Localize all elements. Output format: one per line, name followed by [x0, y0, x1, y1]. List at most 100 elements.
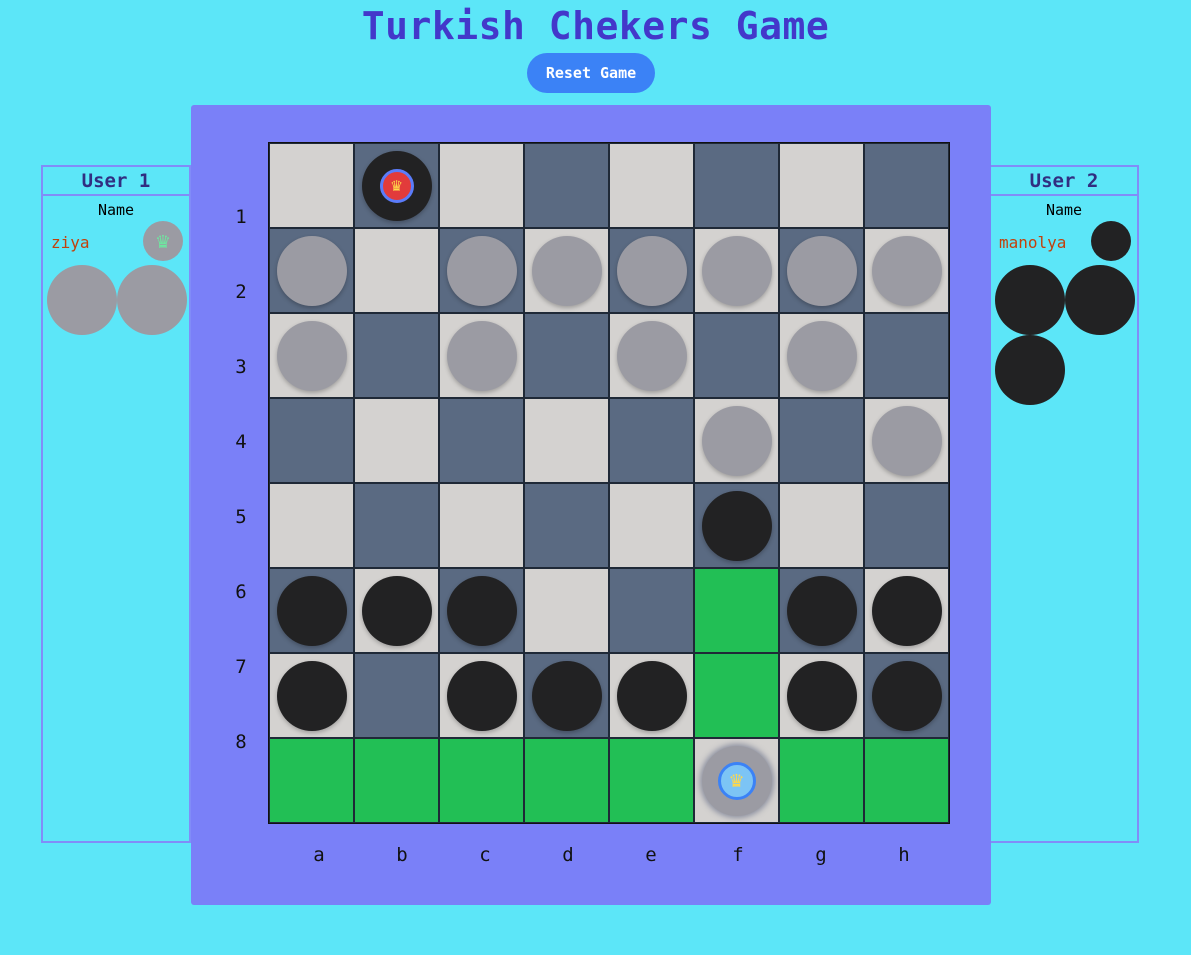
- square-h3[interactable]: [864, 313, 949, 398]
- square-d8[interactable]: [524, 738, 609, 823]
- white-piece[interactable]: [276, 320, 347, 391]
- black-king-piece[interactable]: ♛: [361, 150, 432, 221]
- square-g3[interactable]: [779, 313, 864, 398]
- white-piece[interactable]: [786, 235, 857, 306]
- square-h6[interactable]: [864, 568, 949, 653]
- square-e4[interactable]: [609, 398, 694, 483]
- square-f2[interactable]: [694, 228, 779, 313]
- white-piece[interactable]: [871, 405, 942, 476]
- square-f8[interactable]: ♛: [694, 738, 779, 823]
- black-piece[interactable]: [276, 660, 347, 731]
- square-e7[interactable]: [609, 653, 694, 738]
- square-g8[interactable]: [779, 738, 864, 823]
- square-a4[interactable]: [269, 398, 354, 483]
- user1-heading: User 1: [43, 167, 189, 196]
- square-c4[interactable]: [439, 398, 524, 483]
- white-piece[interactable]: [446, 320, 517, 391]
- square-a5[interactable]: [269, 483, 354, 568]
- square-b1[interactable]: ♛: [354, 143, 439, 228]
- white-piece[interactable]: [786, 320, 857, 391]
- square-c2[interactable]: [439, 228, 524, 313]
- black-piece[interactable]: [361, 575, 432, 646]
- white-king-piece[interactable]: ♛: [701, 745, 772, 816]
- black-piece[interactable]: [786, 660, 857, 731]
- crown-icon: ♛: [156, 228, 170, 254]
- square-g7[interactable]: [779, 653, 864, 738]
- square-b4[interactable]: [354, 398, 439, 483]
- square-g5[interactable]: [779, 483, 864, 568]
- square-a3[interactable]: [269, 313, 354, 398]
- square-c7[interactable]: [439, 653, 524, 738]
- square-b5[interactable]: [354, 483, 439, 568]
- black-piece[interactable]: [871, 660, 942, 731]
- square-b6[interactable]: [354, 568, 439, 653]
- black-piece[interactable]: [276, 575, 347, 646]
- square-e2[interactable]: [609, 228, 694, 313]
- black-piece[interactable]: [531, 660, 602, 731]
- black-piece[interactable]: [616, 660, 687, 731]
- user1-turn-indicator: ♛: [143, 221, 183, 261]
- crown-icon: ♛: [717, 761, 756, 800]
- square-h4[interactable]: [864, 398, 949, 483]
- square-d6[interactable]: [524, 568, 609, 653]
- white-piece[interactable]: [531, 235, 602, 306]
- square-d4[interactable]: [524, 398, 609, 483]
- square-g4[interactable]: [779, 398, 864, 483]
- square-f5[interactable]: [694, 483, 779, 568]
- black-piece[interactable]: [701, 490, 772, 561]
- file-label: a: [313, 844, 325, 866]
- square-c5[interactable]: [439, 483, 524, 568]
- square-a1[interactable]: [269, 143, 354, 228]
- square-b7[interactable]: [354, 653, 439, 738]
- black-piece[interactable]: [446, 660, 517, 731]
- white-piece[interactable]: [616, 235, 687, 306]
- black-piece[interactable]: [786, 575, 857, 646]
- square-e6[interactable]: [609, 568, 694, 653]
- square-h7[interactable]: [864, 653, 949, 738]
- square-b8[interactable]: [354, 738, 439, 823]
- white-piece[interactable]: [276, 235, 347, 306]
- square-e8[interactable]: [609, 738, 694, 823]
- square-b2[interactable]: [354, 228, 439, 313]
- square-c3[interactable]: [439, 313, 524, 398]
- captured-piece: [117, 265, 187, 335]
- captured-piece: [995, 335, 1065, 405]
- square-h5[interactable]: [864, 483, 949, 568]
- square-d1[interactable]: [524, 143, 609, 228]
- square-a6[interactable]: [269, 568, 354, 653]
- square-f3[interactable]: [694, 313, 779, 398]
- white-piece[interactable]: [701, 235, 772, 306]
- square-a8[interactable]: [269, 738, 354, 823]
- square-g1[interactable]: [779, 143, 864, 228]
- square-f1[interactable]: [694, 143, 779, 228]
- square-g2[interactable]: [779, 228, 864, 313]
- square-f4[interactable]: [694, 398, 779, 483]
- square-f6[interactable]: [694, 568, 779, 653]
- black-piece[interactable]: [871, 575, 942, 646]
- square-a2[interactable]: [269, 228, 354, 313]
- square-c1[interactable]: [439, 143, 524, 228]
- square-c6[interactable]: [439, 568, 524, 653]
- square-b3[interactable]: [354, 313, 439, 398]
- square-h2[interactable]: [864, 228, 949, 313]
- white-piece[interactable]: [871, 235, 942, 306]
- user2-name: manolya: [999, 233, 1067, 252]
- square-c8[interactable]: [439, 738, 524, 823]
- square-f7[interactable]: [694, 653, 779, 738]
- square-e3[interactable]: [609, 313, 694, 398]
- black-piece[interactable]: [446, 575, 517, 646]
- square-e1[interactable]: [609, 143, 694, 228]
- square-h8[interactable]: [864, 738, 949, 823]
- reset-game-button[interactable]: Reset Game: [527, 53, 655, 93]
- square-d5[interactable]: [524, 483, 609, 568]
- square-g6[interactable]: [779, 568, 864, 653]
- white-piece[interactable]: [701, 405, 772, 476]
- square-d2[interactable]: [524, 228, 609, 313]
- white-piece[interactable]: [616, 320, 687, 391]
- square-a7[interactable]: [269, 653, 354, 738]
- square-d3[interactable]: [524, 313, 609, 398]
- white-piece[interactable]: [446, 235, 517, 306]
- square-d7[interactable]: [524, 653, 609, 738]
- square-e5[interactable]: [609, 483, 694, 568]
- square-h1[interactable]: [864, 143, 949, 228]
